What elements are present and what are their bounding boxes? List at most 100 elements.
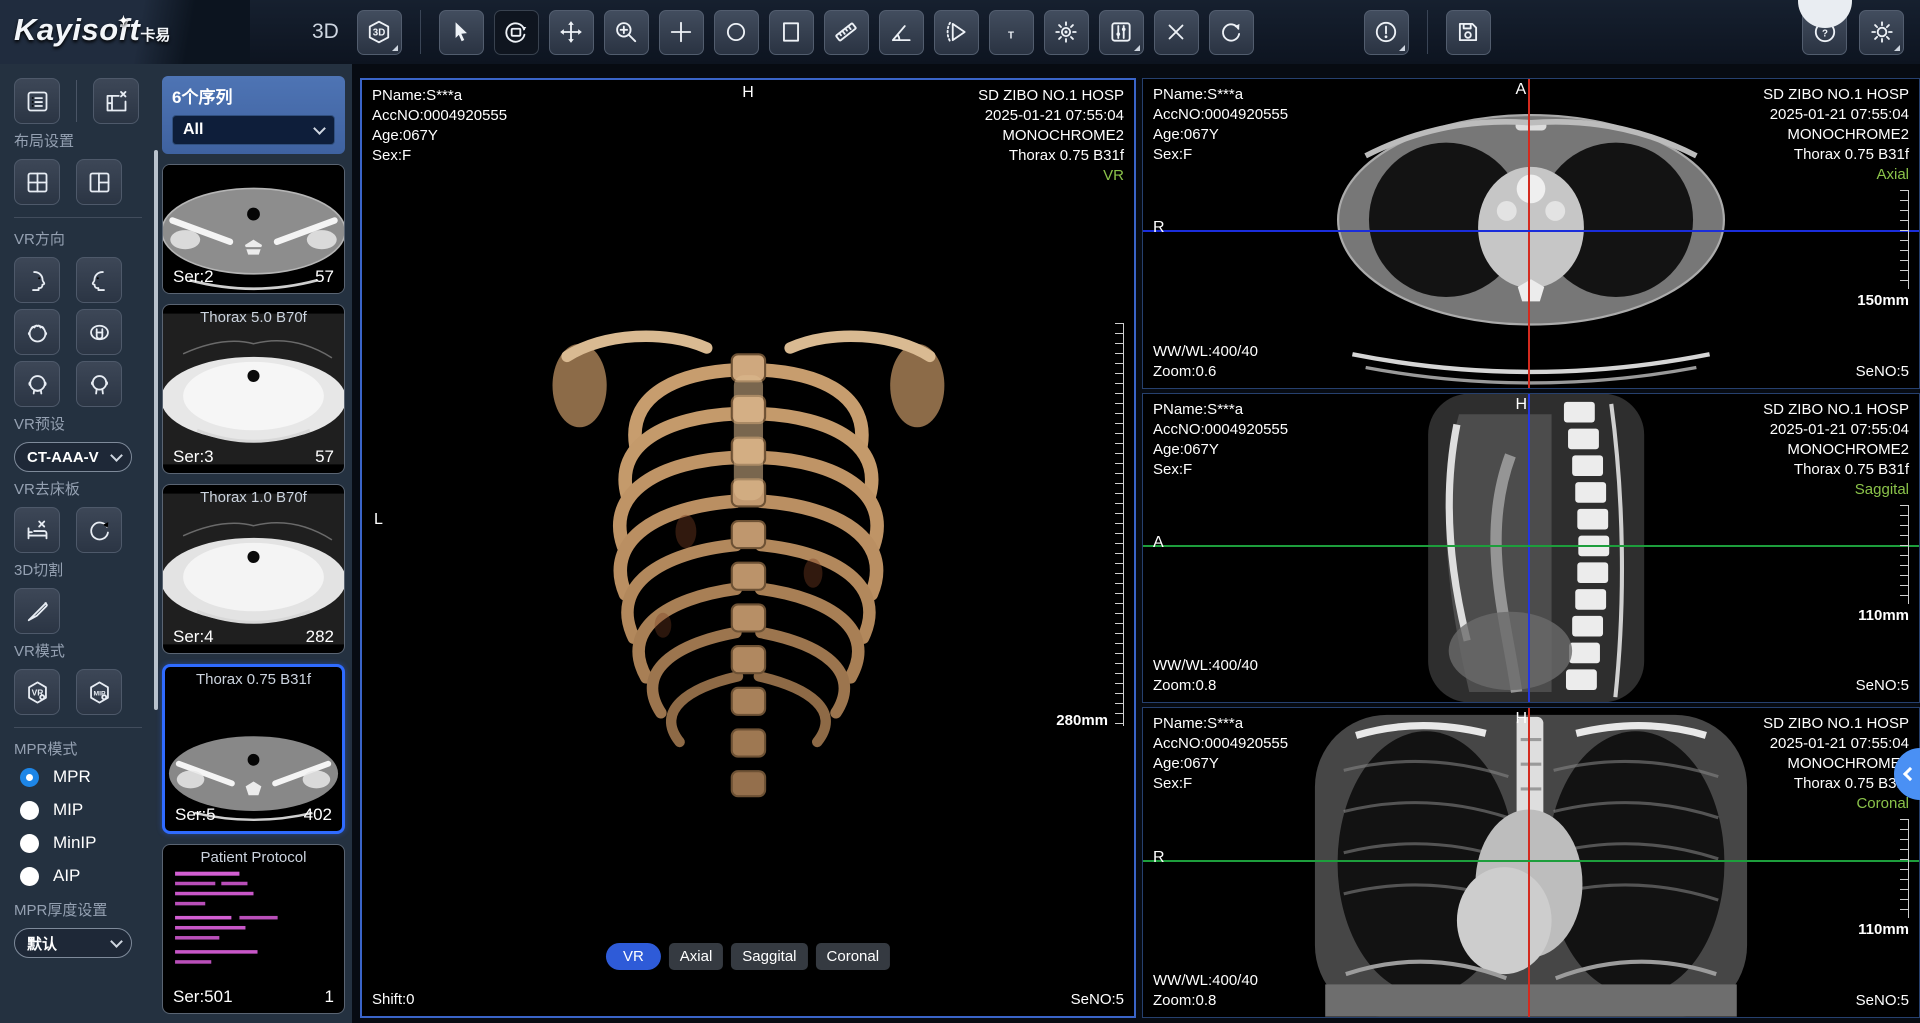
ellipse-tool-button[interactable] <box>714 10 759 55</box>
saggital-viewport[interactable]: PName:S***a AccNO:0004920555 Age:067Y Se… <box>1142 393 1920 704</box>
orientation-label-left: L <box>374 511 383 529</box>
text-tool-button[interactable]: T <box>989 10 1034 55</box>
reset-tool-button[interactable] <box>1209 10 1254 55</box>
series-thumbnail-ser5[interactable]: Thorax 0.75 B31f Ser:5 402 <box>162 664 345 834</box>
crosshair-horizontal[interactable] <box>1143 860 1919 862</box>
series-header: 6个序列 All <box>162 76 345 154</box>
series-title: Patient Protocol <box>163 849 344 866</box>
crosshair-horizontal[interactable] <box>1143 545 1919 547</box>
scale-ruler <box>1115 323 1124 725</box>
series-thumbnail-ser2[interactable]: Ser:2 57 <box>162 164 345 294</box>
mpr-mode-radio-aip[interactable]: AIP <box>20 866 144 886</box>
vr-orient-left-button[interactable] <box>14 257 60 303</box>
crosshair-vertical[interactable] <box>1528 79 1530 388</box>
coronal-viewport[interactable]: PName:S***a AccNO:0004920555 Age:067Y Se… <box>1142 707 1920 1018</box>
grid-2x2-icon <box>24 169 51 196</box>
rectangle-tool-button[interactable] <box>769 10 814 55</box>
series-thumbnail-ser4[interactable]: Thorax 1.0 B70f Ser:4 282 <box>162 484 345 654</box>
split-layout-button[interactable] <box>76 159 122 205</box>
mpr-mode-radio-mip[interactable]: MIP <box>20 800 144 820</box>
vr-viewport[interactable]: PName:S***a AccNO:0004920555 Age:067Y Se… <box>360 78 1136 1018</box>
mip-render-mode-button[interactable]: MIP <box>76 669 122 715</box>
vr-orient-posterior-button[interactable] <box>14 361 60 407</box>
vr-render-mode-button[interactable]: VR <box>14 669 60 715</box>
rotate-3d-icon <box>503 19 529 45</box>
crosshair-tool-button[interactable] <box>659 10 704 55</box>
adjustments-tool-button[interactable] <box>1099 10 1144 55</box>
view-button-vr[interactable]: VR <box>606 943 661 970</box>
view-button-axial[interactable]: Axial <box>669 943 724 970</box>
window-level-tool-button[interactable] <box>1044 10 1089 55</box>
orientation-label-top: H <box>1515 710 1527 728</box>
3d-view-tool-button[interactable]: 3D <box>357 10 402 55</box>
patient-info-overlay: PName:S***a AccNO:0004920555 Age:067Y Se… <box>372 86 507 166</box>
orientation-label-top: H <box>1515 396 1527 414</box>
series-thumbnail-ser3[interactable]: Thorax 5.0 B70f Ser:3 57 <box>162 304 345 474</box>
scale-ruler <box>1900 190 1909 289</box>
angle-tool-button[interactable] <box>879 10 924 55</box>
mip-hexagon-icon: MIP <box>86 679 113 706</box>
remove-bed-button[interactable] <box>14 507 60 553</box>
vr-orient-anterior-button[interactable] <box>76 361 122 407</box>
cobb-angle-tool-button[interactable] <box>934 10 979 55</box>
orientation-label-left: R <box>1153 849 1165 867</box>
ruler-tool-button[interactable] <box>824 10 869 55</box>
bed-reset-button[interactable] <box>76 507 122 553</box>
select-tool-button[interactable] <box>439 10 484 55</box>
vr-orient-superior-button[interactable] <box>14 309 60 355</box>
zoom-tool-button[interactable] <box>604 10 649 55</box>
top-toolbar: Kayisoft卡易✦ 3D 3D <box>0 0 1920 64</box>
view-button-saggital[interactable]: Saggital <box>731 943 807 970</box>
chevron-left-icon <box>1903 767 1917 781</box>
info-tool-button[interactable] <box>1364 10 1409 55</box>
radio-icon <box>20 801 39 820</box>
series-number: Ser:2 <box>173 267 214 287</box>
axial-viewport[interactable]: PName:S***a AccNO:0004920555 Age:067Y Se… <box>1142 78 1920 389</box>
settings-button[interactable] <box>1859 10 1904 55</box>
vr-orient-inferior-button[interactable] <box>76 309 122 355</box>
logo-suffix: 卡易 <box>140 27 170 44</box>
vr-direction-label: VR方向 <box>14 228 144 249</box>
mpr-mode-radio-mpr[interactable]: MPR <box>20 767 144 787</box>
crosshair-vertical[interactable] <box>1528 394 1530 703</box>
series-filter-dropdown[interactable]: All <box>172 115 335 145</box>
pan-icon <box>558 19 584 45</box>
3d-cube-icon: 3D <box>366 19 392 45</box>
vr-orient-right-button[interactable] <box>76 257 122 303</box>
app-logo: Kayisoft卡易✦ <box>0 0 250 64</box>
series-number-overlay: SeNO:5 <box>1856 991 1909 1011</box>
grid-layout-button[interactable] <box>14 159 60 205</box>
sidebar-divider <box>14 727 142 728</box>
series-thumbnail-ser501[interactable]: Patient Protocol Ser:501 1 <box>162 844 345 1014</box>
rotate-3d-tool-button[interactable] <box>494 10 539 55</box>
series-count-label: 6个序列 <box>172 81 335 115</box>
crosshair-horizontal[interactable] <box>1143 230 1919 232</box>
save-tool-button[interactable] <box>1446 10 1491 55</box>
head-front-icon <box>86 371 113 398</box>
info-circle-icon <box>1373 19 1399 45</box>
crosshair-vertical[interactable] <box>1528 708 1530 1017</box>
mpr-thickness-dropdown[interactable]: 默认 <box>14 928 132 958</box>
mpr-thickness-value: 默认 <box>27 933 57 954</box>
view-button-coronal[interactable]: Coronal <box>816 943 891 970</box>
radio-icon <box>20 867 39 886</box>
layout-close-button[interactable] <box>93 78 139 124</box>
crosshair-icon <box>668 19 694 45</box>
mpr-mode-radio-minip[interactable]: MinIP <box>20 833 144 853</box>
mode-label: 3D <box>312 20 339 44</box>
patient-info-overlay: PName:S***a AccNO:0004920555 Age:067Y Se… <box>1153 714 1288 794</box>
study-info-overlay: SD ZIBO NO.1 HOSP 2025-01-21 07:55:04 MO… <box>1763 400 1909 500</box>
scalpel-cut-button[interactable] <box>14 588 60 634</box>
view-type-label: Coronal <box>1763 794 1909 814</box>
delete-tool-button[interactable] <box>1154 10 1199 55</box>
series-scrollbar[interactable] <box>154 150 158 710</box>
head-bottom-icon <box>86 319 113 346</box>
vr-preset-dropdown[interactable]: CT-AAA-V <box>14 442 132 472</box>
series-filter-value: All <box>183 121 203 139</box>
radio-icon <box>20 834 39 853</box>
rectangle-icon <box>778 19 804 45</box>
pan-tool-button[interactable] <box>549 10 594 55</box>
text-icon: T <box>998 19 1024 45</box>
scale-label: 280mm <box>1056 712 1108 729</box>
layout-list-button[interactable] <box>14 78 60 124</box>
